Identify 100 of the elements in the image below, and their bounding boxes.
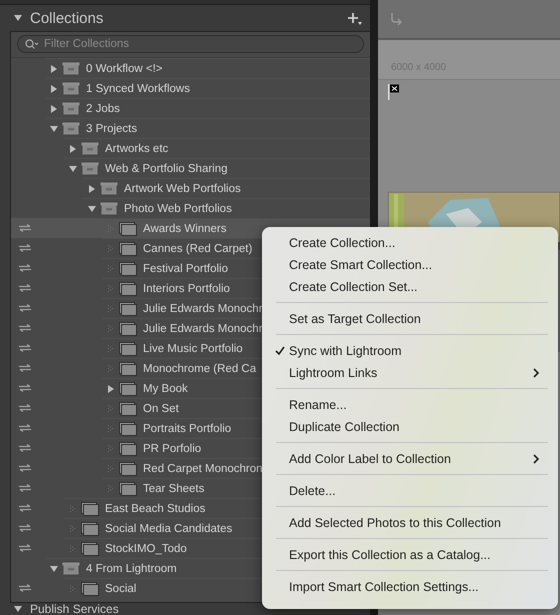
collection-name: Live Music Portfolio xyxy=(143,342,243,354)
collection-icon xyxy=(81,582,99,596)
collection-name: PR Porfolio xyxy=(143,442,202,454)
sync-icon xyxy=(18,244,32,252)
collection-icon xyxy=(81,522,99,536)
check-icon xyxy=(275,346,285,355)
collection-name: 1 Synced Workflows xyxy=(86,82,190,94)
sync-icon xyxy=(18,224,32,232)
collapse-triangle-icon[interactable] xyxy=(50,124,58,132)
collapse-triangle-icon[interactable] xyxy=(14,14,22,22)
box-icon xyxy=(62,62,80,75)
collection-row[interactable]: Artwork Web Portfolios xyxy=(11,178,370,198)
menu-item[interactable]: Rename... xyxy=(266,394,554,416)
collection-name: Awards Winners xyxy=(143,222,227,234)
collection-name: Social xyxy=(105,582,136,594)
collection-name: Artworks etc xyxy=(105,142,168,154)
box-icon xyxy=(100,182,118,195)
collection-row[interactable]: Web & Portfolio Sharing xyxy=(11,158,370,178)
sync-icon xyxy=(18,304,32,312)
collection-name: Julie Edwards Monochr xyxy=(143,302,263,314)
menu-item[interactable]: Create Smart Collection... xyxy=(266,254,554,276)
box-icon xyxy=(62,82,80,95)
menu-item[interactable]: Delete... xyxy=(266,480,554,502)
collection-icon xyxy=(119,462,137,476)
collection-name: Cannes (Red Carpet) xyxy=(143,242,252,254)
box-icon xyxy=(62,122,80,135)
sync-icon xyxy=(18,384,32,392)
sync-icon xyxy=(18,344,32,352)
expand-triangle-icon[interactable] xyxy=(106,384,114,392)
collection-name: Monochrome (Red Ca xyxy=(143,362,256,374)
collection-name: East Beach Studios xyxy=(105,502,206,514)
expand-triangle-icon[interactable] xyxy=(50,64,58,72)
collection-name: StockIMO_Todo xyxy=(105,542,187,554)
menu-item[interactable]: Add Color Label to Collection xyxy=(266,448,554,470)
sync-icon xyxy=(18,444,32,452)
sync-icon xyxy=(18,264,32,272)
filter-field[interactable]: Filter Collections xyxy=(17,35,364,53)
expand-triangle-icon[interactable] xyxy=(68,144,76,152)
menu-item[interactable]: Set as Target Collection xyxy=(266,308,554,330)
collection-name: On Set xyxy=(143,402,179,414)
box-icon xyxy=(100,202,118,215)
expand-triangle-icon[interactable] xyxy=(88,184,96,192)
box-icon xyxy=(81,162,99,175)
collection-name: Web & Portfolio Sharing xyxy=(105,162,228,174)
collection-row[interactable]: 3 Projects xyxy=(11,118,370,138)
collection-icon xyxy=(119,262,137,276)
collection-icon xyxy=(119,322,137,336)
collection-row[interactable]: 2 Jobs xyxy=(11,98,370,118)
collection-row[interactable]: 0 Workflow <!> xyxy=(11,58,370,78)
sync-icon xyxy=(18,584,32,592)
collection-icon xyxy=(119,362,137,376)
sync-icon xyxy=(18,464,32,472)
collection-icon xyxy=(119,342,137,356)
collection-row[interactable]: 1 Synced Workflows xyxy=(11,78,370,98)
menu-item[interactable]: Import Smart Collection Settings... xyxy=(266,576,554,598)
collection-name: Julie Edwards Monochr xyxy=(143,322,263,334)
search-icon xyxy=(25,39,39,49)
box-icon xyxy=(62,102,80,115)
sync-icon xyxy=(18,324,32,332)
collection-name: Red Carpet Monochron xyxy=(143,462,263,474)
collection-name: 0 Workflow <!> xyxy=(86,62,162,74)
menu-item[interactable]: Export this Collection as a Catalog... xyxy=(266,544,554,566)
menu-item[interactable]: Sync with Lightroom xyxy=(266,340,554,362)
collection-name: Social Media Candidates xyxy=(105,522,232,534)
menu-item[interactable]: Add Selected Photos to this Collection xyxy=(266,512,554,534)
collapse-triangle-icon[interactable] xyxy=(50,564,58,572)
collection-icon xyxy=(119,222,137,236)
box-icon xyxy=(81,142,99,155)
collection-icon xyxy=(119,422,137,436)
collection-name: 4 From Lightroom xyxy=(86,562,177,574)
collection-icon xyxy=(119,482,137,496)
sync-icon xyxy=(18,364,32,372)
add-icon[interactable] xyxy=(348,12,362,24)
menu-item[interactable]: Duplicate Collection xyxy=(266,416,554,438)
collapse-triangle-icon[interactable] xyxy=(14,605,22,613)
sync-icon xyxy=(18,544,32,552)
collection-icon xyxy=(119,442,137,456)
panel-title: Publish Services xyxy=(30,603,119,615)
sync-icon xyxy=(18,484,32,492)
menu-item[interactable]: Create Collection Set... xyxy=(266,276,554,298)
collection-icon xyxy=(119,382,137,396)
collection-icon xyxy=(119,282,137,296)
collection-icon xyxy=(119,402,137,416)
collapse-triangle-icon[interactable] xyxy=(68,164,76,172)
collection-row[interactable]: Artworks etc xyxy=(11,138,370,158)
sync-icon xyxy=(18,424,32,432)
collection-name: Portraits Portfolio xyxy=(143,422,232,434)
collection-name: Festival Portfolio xyxy=(143,262,228,274)
collection-name: My Book xyxy=(143,382,188,394)
box-icon xyxy=(62,562,80,575)
expand-triangle-icon[interactable] xyxy=(50,104,58,112)
expand-triangle-icon[interactable] xyxy=(50,84,58,92)
collapse-triangle-icon[interactable] xyxy=(88,204,96,212)
collection-name: Tear Sheets xyxy=(143,482,204,494)
sync-icon xyxy=(18,404,32,412)
collection-icon xyxy=(119,242,137,256)
sync-icon xyxy=(18,284,32,292)
menu-item[interactable]: Lightroom Links xyxy=(266,362,554,384)
collection-name: Artwork Web Portfolios xyxy=(124,182,241,194)
panel-title: Collections xyxy=(30,10,104,26)
